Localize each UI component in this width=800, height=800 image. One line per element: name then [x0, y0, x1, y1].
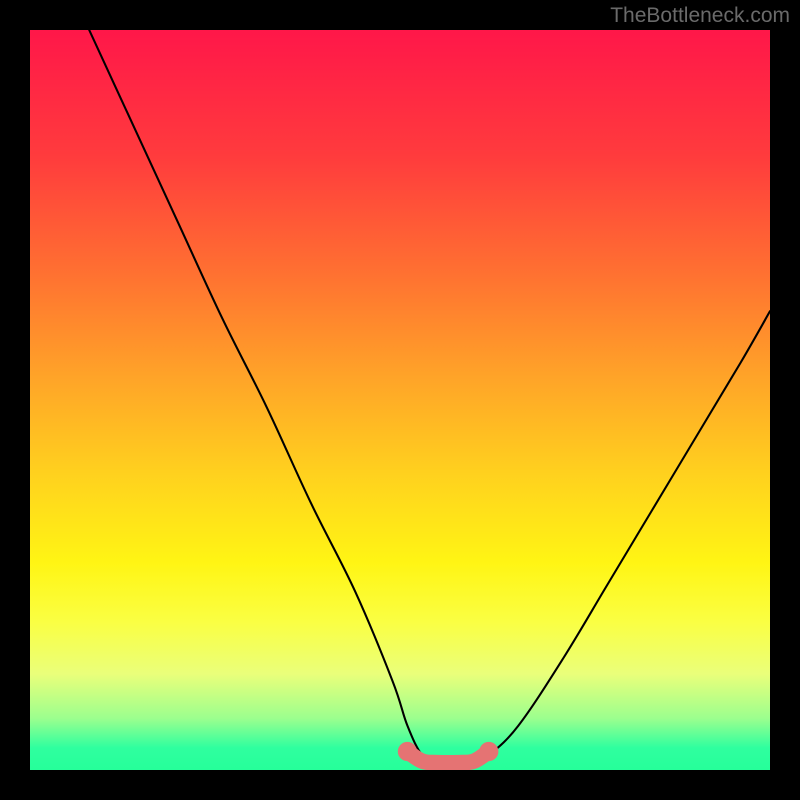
plot-area	[30, 30, 770, 770]
bottleneck-curve	[89, 30, 770, 763]
highlight-band	[407, 752, 488, 763]
watermark-text: TheBottleneck.com	[610, 4, 790, 28]
highlight-dot	[479, 742, 498, 761]
highlight-dot	[398, 742, 417, 761]
chart-frame: TheBottleneck.com	[0, 0, 800, 800]
curve-overlay	[30, 30, 770, 770]
